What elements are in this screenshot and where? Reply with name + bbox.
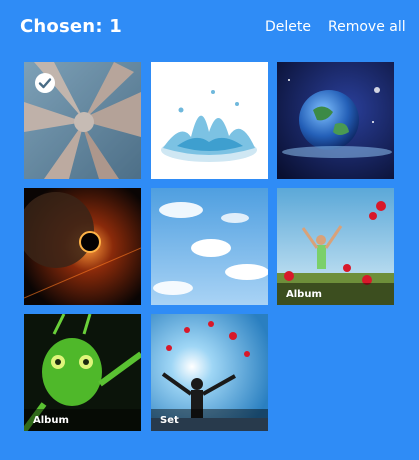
- photo-tile-eclipse[interactable]: [24, 188, 141, 305]
- top-bar: Chosen: 1 Delete Remove all: [0, 0, 419, 56]
- remove-all-button[interactable]: Remove all: [328, 19, 406, 35]
- eclipse-thumbnail: [24, 188, 141, 305]
- photo-tile-grasshopper[interactable]: Album: [24, 314, 141, 431]
- water-splash-thumbnail: [151, 62, 268, 179]
- selection-count-title: Chosen: 1: [20, 16, 122, 37]
- photo-tile-hands[interactable]: [24, 62, 141, 179]
- sky-thumbnail: [151, 188, 268, 305]
- photo-tile-earth[interactable]: [277, 62, 394, 179]
- earth-thumbnail: [277, 62, 394, 179]
- photo-tile-poppy-field[interactable]: Album: [277, 188, 394, 305]
- tile-caption: Set: [151, 409, 268, 431]
- photo-tile-sky[interactable]: [151, 188, 268, 305]
- delete-button[interactable]: Delete: [265, 19, 311, 35]
- photo-tile-sun-person[interactable]: Set: [151, 314, 268, 431]
- photo-tile-water[interactable]: [151, 62, 268, 179]
- checkmark-icon: [35, 73, 55, 93]
- tile-caption: Album: [277, 283, 394, 305]
- tile-caption: Album: [24, 409, 141, 431]
